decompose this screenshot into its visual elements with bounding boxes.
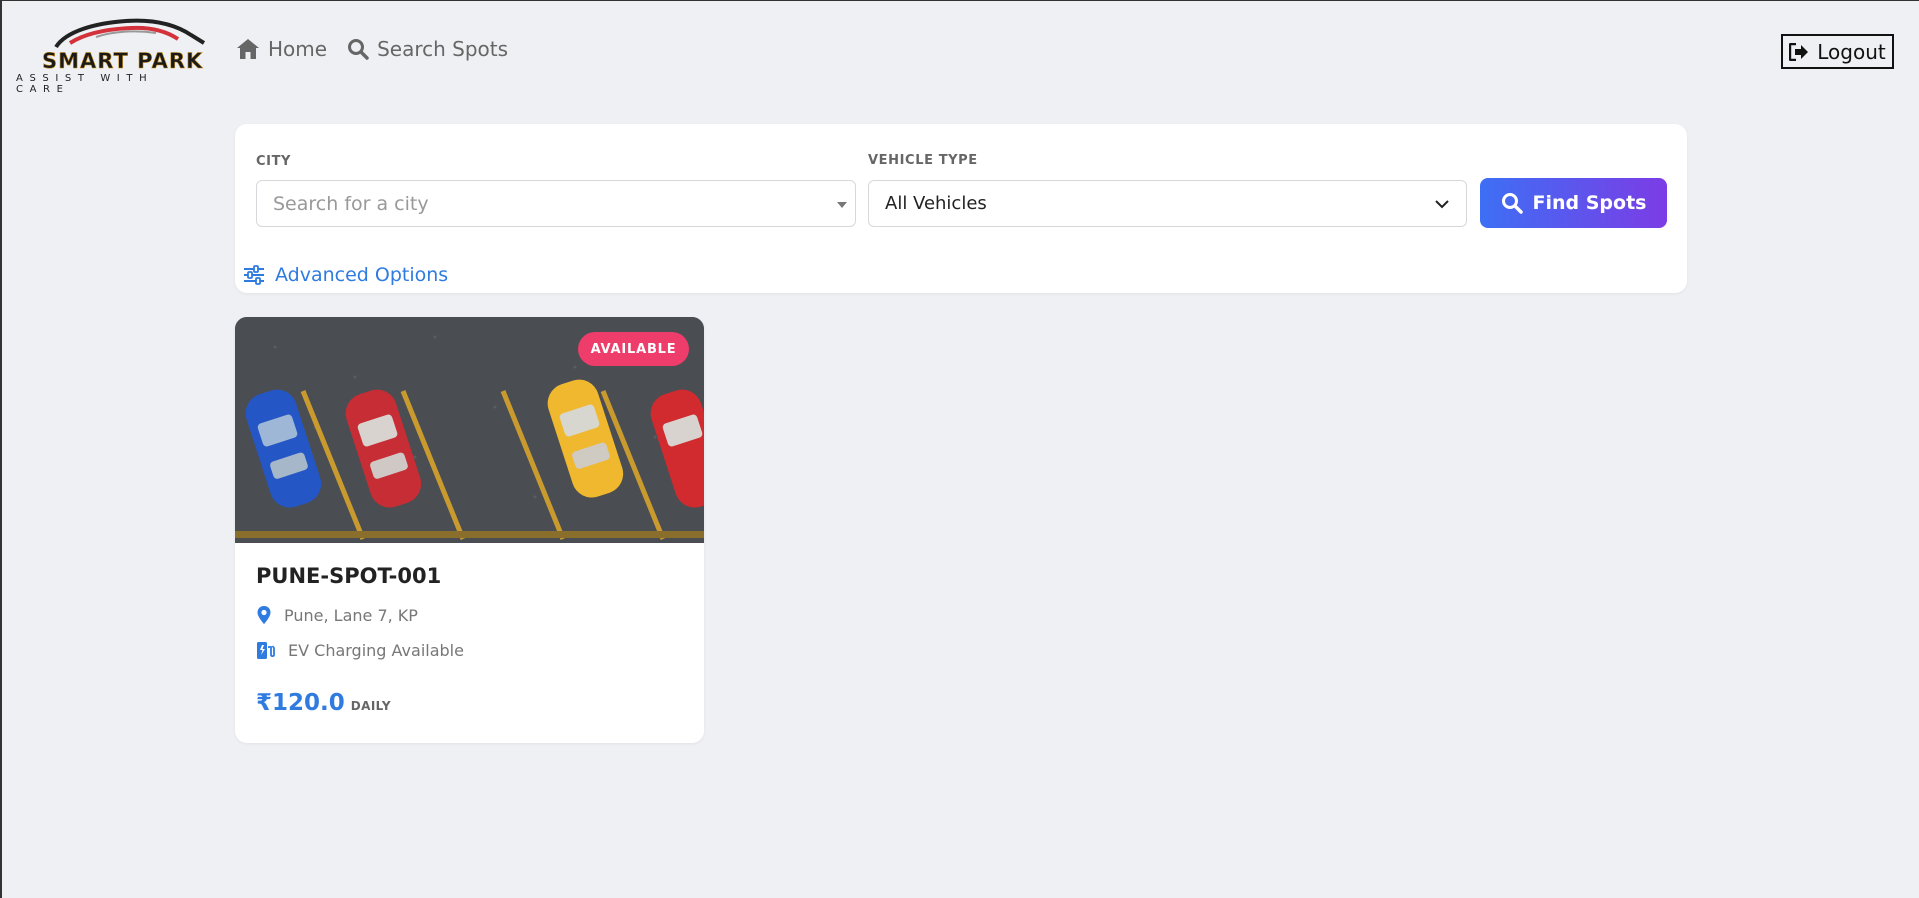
top-header: SMART PARK ASSIST WITH CARE Home Search …	[2, 1, 1919, 99]
charging-station-icon	[257, 642, 275, 659]
city-dropdown-caret-icon[interactable]	[837, 202, 847, 208]
spot-location: Pune, Lane 7, KP	[256, 605, 418, 625]
city-label: CITY	[256, 154, 292, 169]
map-pin-icon	[257, 606, 271, 624]
advanced-options-toggle[interactable]: Advanced Options	[243, 264, 448, 286]
vehicle-type-select[interactable]: All Vehicles	[868, 180, 1467, 227]
nav-search-label: Search Spots	[377, 37, 509, 61]
search-icon	[348, 39, 369, 60]
spot-title: PUNE-SPOT-001	[256, 564, 442, 588]
car-silhouette-icon	[54, 18, 206, 49]
nav-home-label: Home	[268, 37, 328, 61]
advanced-options-label: Advanced Options	[275, 264, 449, 286]
vehicle-type-label: VEHICLE TYPE	[868, 153, 978, 168]
logo-tagline: ASSIST WITH CARE	[16, 73, 154, 95]
chevron-down-icon	[1435, 200, 1449, 209]
spot-feature-text: EV Charging Available	[288, 640, 464, 660]
spot-feature: EV Charging Available	[256, 640, 464, 660]
logout-label: Logout	[1817, 39, 1886, 64]
nav-search-spots[interactable]: Search Spots	[347, 37, 508, 61]
vehicle-type-value: All Vehicles	[885, 193, 987, 214]
parking-spot-card[interactable]: AVAILABLE PUNE-SPOT-001 Pune, Lane 7, KP…	[235, 317, 704, 743]
city-placeholder: Search for a city	[273, 192, 429, 215]
find-spots-button[interactable]: Find Spots	[1480, 178, 1667, 228]
price-period: DAILY	[350, 699, 391, 713]
spot-location-text: Pune, Lane 7, KP	[284, 605, 418, 625]
spot-price: ₹120.0 DAILY	[256, 690, 391, 716]
sign-out-icon	[1789, 42, 1809, 61]
city-search-input[interactable]: Search for a city	[256, 180, 856, 227]
availability-badge: AVAILABLE	[578, 332, 689, 366]
logout-button[interactable]: Logout	[1781, 34, 1894, 69]
sliders-icon	[244, 265, 264, 285]
smart-park-logo[interactable]: SMART PARK ASSIST WITH CARE	[16, 13, 212, 95]
search-icon	[1501, 193, 1523, 214]
nav-home[interactable]: Home	[236, 37, 327, 61]
search-panel: CITY Search for a city VEHICLE TYPE All …	[235, 124, 1687, 293]
main-nav: Home Search Spots	[236, 37, 508, 61]
logo-wordmark: SMART PARK	[42, 49, 204, 74]
home-icon	[237, 39, 259, 59]
price-value: ₹120.0	[256, 690, 345, 716]
find-spots-label: Find Spots	[1532, 192, 1647, 214]
